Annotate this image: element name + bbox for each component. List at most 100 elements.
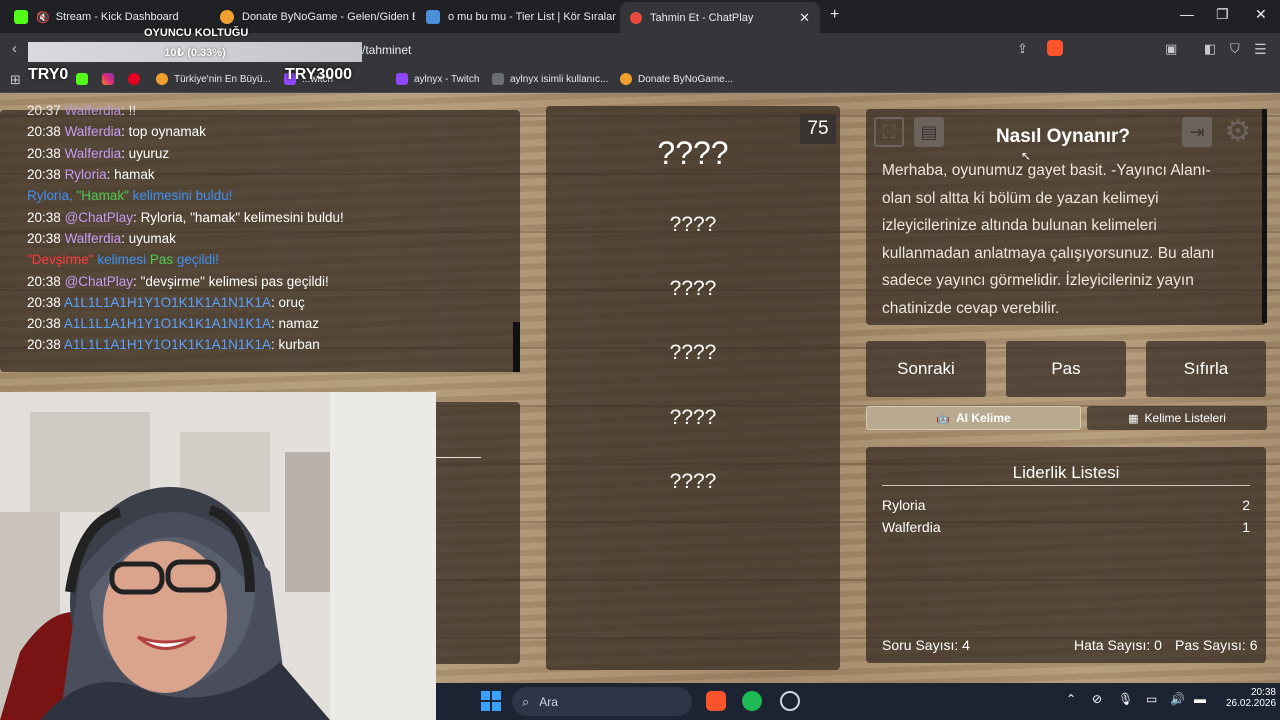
- divider-line: [436, 457, 481, 458]
- chevron-up-icon[interactable]: ⌃: [1066, 692, 1076, 706]
- apps-grid-icon[interactable]: ⊞: [10, 72, 21, 88]
- tab-title: Donate ByNoGame - Gelen/Giden Ba: [242, 11, 415, 23]
- chat-line: 20:38 Walferdia: top oynamak: [27, 124, 206, 139]
- tab-tierlist[interactable]: o mu bu mu - Tier List | Kör Sıralama: [416, 4, 616, 30]
- bookmark-aylnyx-user[interactable]: aylnyx isimli kullanıc...: [492, 73, 608, 85]
- brave-taskbar-icon[interactable]: [706, 691, 726, 711]
- gear-icon[interactable]: ⚙: [1222, 116, 1254, 148]
- try3000-label: TRY3000: [285, 66, 352, 83]
- bookmark-bynogame-1[interactable]: Türkiye'nin En Büyü...: [156, 73, 271, 85]
- chat-line: 20:38 Walferdia: uyumak: [27, 231, 176, 246]
- tab-chatplay[interactable]: Tahmin Et - ChatPlay ✕: [620, 2, 820, 33]
- tab-title: Tahmin Et - ChatPlay: [650, 11, 754, 24]
- pinterest-icon[interactable]: [128, 73, 146, 85]
- chat-scrollbar[interactable]: [513, 322, 520, 372]
- chat-line: 20:37 Walferdia: !!: [27, 103, 137, 118]
- kick-bookmark-icon[interactable]: [76, 73, 94, 85]
- seat-label: OYUNCU KOLTUĞU: [144, 27, 249, 39]
- twitch-icon: [396, 73, 408, 85]
- chatplay-icon: [630, 11, 642, 24]
- tab-title: o mu bu mu - Tier List | Kör Sıralama: [448, 11, 616, 23]
- leaderboard-title: Liderlik Listesi: [1012, 463, 1120, 482]
- app-icon[interactable]: [780, 691, 800, 711]
- clock-date: 26.02.2026: [1226, 698, 1277, 709]
- menu-icon[interactable]: ☰: [1254, 41, 1267, 58]
- fullscreen-icon[interactable]: ⛶: [874, 117, 904, 147]
- chat-line: 20:38 Ryloria: hamak: [27, 167, 155, 182]
- chat-line: 20:38 A1L1L1A1H1Y1O1K1K1A1N1K1A: namaz: [27, 316, 320, 331]
- reset-button[interactable]: Sıfırla: [1146, 341, 1266, 397]
- windows-taskbar: ⌕ Ara ⌃ ⊘ 🎙 ▭ 🔊 ▬ 20:38 26.02.2026: [436, 683, 1280, 720]
- notification-icon[interactable]: ⊘: [1092, 692, 1102, 706]
- sidebar-icon[interactable]: ◧: [1204, 41, 1216, 57]
- pass-count: Pas Sayısı: 6: [1175, 637, 1258, 653]
- bynogame-icon: [620, 73, 632, 85]
- forbidden-word: ????: [669, 277, 717, 300]
- spotify-icon[interactable]: [742, 691, 762, 711]
- windows-start-icon[interactable]: [481, 691, 501, 711]
- volume-icon[interactable]: 🔊: [1170, 692, 1185, 706]
- mouse-cursor: ↖: [1021, 149, 1032, 163]
- share-icon[interactable]: ⇪: [1017, 41, 1028, 57]
- tab-title: Stream - Kick Dashboard: [55, 11, 179, 23]
- webcam-image: [0, 392, 436, 720]
- mic-icon[interactable]: 🎙: [1118, 692, 1133, 706]
- battery-icon[interactable]: ▬: [1194, 692, 1206, 706]
- next-button[interactable]: Sonraki: [866, 341, 986, 397]
- tab-ai-word[interactable]: 🤖 AI Kelime: [866, 406, 1081, 430]
- taskbar-search[interactable]: ⌕ Ara: [512, 687, 692, 716]
- tab-word-lists[interactable]: ▦ Kelime Listeleri: [1087, 406, 1267, 430]
- try0-label: TRY0: [28, 66, 69, 83]
- search-icon: ⌕: [522, 693, 530, 709]
- tierlist-icon: [426, 10, 440, 24]
- donation-progress-bar: 10₺ (0.33%): [28, 42, 362, 62]
- pass-button[interactable]: Pas: [1006, 341, 1126, 397]
- bookmarks-bar: ⊞ Türkiye'nin En Büyü... ...witch aylnyx…: [0, 67, 1280, 93]
- bookmark-twitch-aylnyx[interactable]: aylnyx - Twitch: [396, 73, 479, 85]
- robot-icon: 🤖: [936, 412, 950, 425]
- vpn-icon[interactable]: ⛉: [1230, 41, 1240, 57]
- webcam-feed: [0, 392, 436, 720]
- clock-time: 20:38: [1250, 687, 1276, 698]
- new-tab-icon[interactable]: +: [830, 6, 839, 24]
- brave-shield-icon[interactable]: [1047, 40, 1063, 56]
- list-icon: ▦: [1128, 412, 1139, 425]
- leaderboard-divider: [882, 485, 1250, 486]
- clock[interactable]: 20:38 26.02.2026: [1226, 687, 1276, 709]
- screen: 🔇 Stream - Kick Dashboard Donate ByNoGam…: [0, 0, 1280, 720]
- notes-icon[interactable]: ▤: [914, 117, 944, 147]
- close-tab-icon[interactable]: ✕: [783, 10, 810, 26]
- forbidden-word: ????: [669, 470, 717, 493]
- kick-icon: [14, 10, 28, 24]
- question-count: Soru Sayısı: 4: [882, 637, 970, 653]
- network-icon[interactable]: ▭: [1146, 692, 1157, 706]
- minimize-icon[interactable]: —: [1180, 6, 1194, 22]
- chat-line: 20:38 Walferdia: uyuruz: [27, 146, 170, 161]
- chat-system-line: Ryloria, "Hamak" kelimesini buldu!: [27, 188, 233, 203]
- leaderboard-row: Walferdia 1: [882, 519, 1250, 535]
- maximize-icon[interactable]: ❐: [1216, 6, 1229, 23]
- logout-icon[interactable]: ⇥: [1182, 117, 1212, 147]
- error-count: Hata Sayısı: 0: [1074, 637, 1162, 653]
- back-icon[interactable]: ‹: [12, 40, 17, 57]
- bookmark-bynogame-2[interactable]: Donate ByNoGame...: [620, 73, 733, 85]
- cast-icon[interactable]: ▣: [1165, 41, 1177, 57]
- chat-line: 20:38 @ChatPlay: Ryloria, "hamak" kelime…: [27, 210, 344, 225]
- donation-progress-label: 10₺ (0.33%): [164, 47, 226, 59]
- bynogame-icon: [156, 73, 168, 85]
- chat-line: 20:38 A1L1L1A1H1Y1O1K1K1A1N1K1A: kurban: [27, 337, 320, 352]
- close-window-icon[interactable]: ✕: [1255, 6, 1267, 23]
- chat-line: 20:38 @ChatPlay: "devşirme" kelimesi pas…: [27, 274, 329, 289]
- chat-system-line: "Devşirme" kelimesi Pas geçildi!: [27, 252, 219, 267]
- howto-text: Merhaba, oyunumuz gayet basit. -Yayıncı …: [882, 162, 1215, 317]
- chat-line: 20:38 A1L1L1A1H1Y1O1K1K1A1N1K1A: oruç: [27, 295, 305, 310]
- bynogame-icon: [220, 10, 234, 24]
- main-word: ????: [657, 135, 729, 171]
- address-bar[interactable]: /tahminet: [362, 43, 411, 57]
- leaderboard-row: Ryloria 2: [882, 497, 1250, 513]
- words-panel: [546, 106, 840, 670]
- forbidden-word: ????: [669, 213, 717, 236]
- howto-scrollbar[interactable]: [1262, 109, 1267, 323]
- instagram-icon[interactable]: [102, 73, 120, 85]
- doc-icon: [492, 73, 504, 85]
